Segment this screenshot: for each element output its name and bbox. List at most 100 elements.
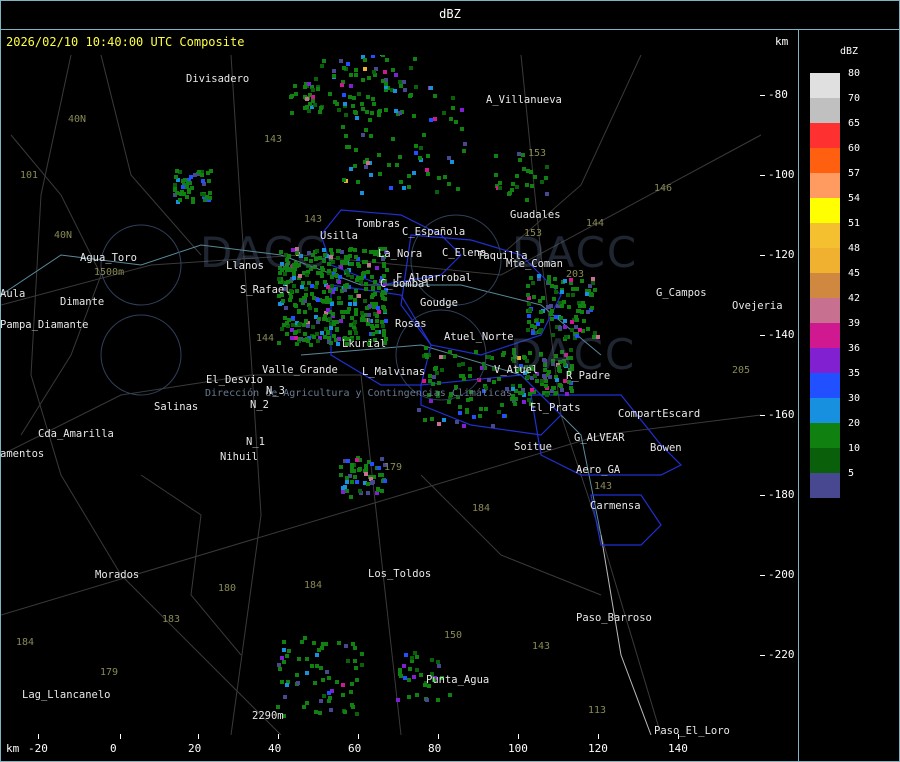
radar-echo-cell <box>532 295 536 299</box>
radar-echo-cell <box>398 668 402 672</box>
radar-echo-cell <box>453 354 457 358</box>
radar-echo-cell <box>358 467 362 471</box>
radar-echo-cell <box>570 320 574 324</box>
radar-echo-cell <box>282 660 286 664</box>
x-tick-label: 0 <box>110 742 117 755</box>
radar-echo-cell <box>393 89 397 93</box>
radar-echo-cell <box>327 691 331 695</box>
place-label-c-bombal: C_bombal <box>380 278 431 290</box>
radar-echo-cell <box>585 292 589 296</box>
radar-echo-cell <box>462 424 466 428</box>
place-label-nihuil: Nihuil <box>220 451 258 463</box>
radar-echo-cell <box>413 57 417 61</box>
radar-echo-cell <box>345 480 349 484</box>
radar-echo-cell <box>350 275 354 279</box>
radar-echo-cell <box>364 128 368 132</box>
radar-echo-cell <box>378 473 382 477</box>
radar-echo-cell <box>340 260 344 264</box>
radar-echo-cell <box>398 80 402 84</box>
radar-echo-cell <box>458 405 462 409</box>
road-number-label: 143 <box>304 214 323 225</box>
radar-echo-cell <box>329 255 333 259</box>
radar-echo-cell <box>484 407 488 411</box>
radar-echo-cell <box>327 336 331 340</box>
radar-echo-cell <box>474 350 478 354</box>
radar-echo-cell <box>330 275 334 279</box>
radar-echo-cell <box>368 118 372 122</box>
radar-echo-cell <box>353 302 357 306</box>
radar-echo-cell <box>535 379 539 383</box>
radar-echo-cell <box>345 269 349 273</box>
radar-echo-cell <box>353 164 357 168</box>
radar-echo-cell <box>340 250 344 254</box>
radar-echo-cell <box>354 666 358 670</box>
radar-echo-cell <box>375 266 379 270</box>
radar-echo-cell <box>370 462 374 466</box>
radar-echo-cell <box>487 378 491 382</box>
road-number-label: 113 <box>588 705 607 716</box>
radar-echo-cell <box>337 280 341 284</box>
radar-echo-cell <box>336 249 340 253</box>
radar-echo-cell <box>529 170 533 174</box>
radar-echo-cell <box>341 125 345 129</box>
radar-echo-cell <box>285 332 289 336</box>
radar-echo-cell <box>554 290 558 294</box>
radar-echo-cell <box>337 296 341 300</box>
radar-echo-cell <box>527 302 531 306</box>
x-tick-label: 140 <box>668 742 688 755</box>
radar-echo-cell <box>364 468 368 472</box>
radar-echo-cell <box>376 488 380 492</box>
radar-echo-cell <box>333 268 337 272</box>
radar-echo-cell <box>552 297 556 301</box>
radar-echo-cell <box>394 73 398 77</box>
place-label-amentos: amentos <box>0 448 45 460</box>
radar-echo-cell <box>545 192 549 196</box>
radar-echo-cell <box>346 273 350 277</box>
radar-echo-cell <box>462 149 466 153</box>
radar-echo-cell <box>522 167 526 171</box>
radar-echo-cell <box>314 77 318 81</box>
radar-echo-cell <box>381 55 385 57</box>
radar-echo-cell <box>332 69 336 73</box>
radar-echo-cell <box>551 386 555 390</box>
radar-echo-cell <box>369 134 373 138</box>
radar-echo-cell <box>578 304 582 308</box>
radar-echo-cell <box>402 80 406 84</box>
radar-echo-cell <box>288 298 292 302</box>
radar-echo-cell <box>436 660 440 664</box>
radar-echo-cell <box>563 319 567 323</box>
place-label-a-villanueva: A_Villanueva <box>486 94 562 106</box>
radar-echo-cell <box>433 367 437 371</box>
radar-echo-cell <box>497 377 501 381</box>
x-tick-label: 60 <box>348 742 362 755</box>
radar-echo-cell <box>300 640 304 644</box>
radar-echo-cell <box>497 410 501 414</box>
radar-echo-cell <box>396 698 400 702</box>
x-tick-mark <box>518 734 519 739</box>
radar-echo-cell <box>328 92 332 96</box>
radar-echo-cell <box>290 111 294 115</box>
x-tick-label: 40 <box>268 742 282 755</box>
radar-echo-cell <box>367 263 371 267</box>
radar-echo-cell <box>449 117 453 121</box>
radar-echo-cell <box>492 380 496 384</box>
radar-echo-cell <box>369 250 373 254</box>
radar-echo-cell <box>319 699 323 703</box>
legend-label: 45 <box>848 268 861 279</box>
radar-echo-cell <box>355 116 359 120</box>
radar-echo-cell <box>525 198 529 202</box>
radar-echo-cell <box>540 379 544 383</box>
title-bar: dBZ <box>0 0 900 30</box>
radar-echo-cell <box>428 379 432 383</box>
radar-echo-cell <box>300 285 304 289</box>
radar-echo-cell <box>447 182 451 186</box>
radar-echo-cell <box>188 181 192 185</box>
place-label-v-atuel: V_Atuel <box>494 364 539 376</box>
radar-echo-cell <box>320 331 324 335</box>
radar-echo-cell <box>356 276 360 280</box>
radar-echo-cell <box>560 388 564 392</box>
radar-echo-cell <box>302 705 306 709</box>
radar-echo-cell <box>403 676 407 680</box>
radar-echo-cell <box>304 287 308 291</box>
radar-echo-cell <box>278 667 282 671</box>
